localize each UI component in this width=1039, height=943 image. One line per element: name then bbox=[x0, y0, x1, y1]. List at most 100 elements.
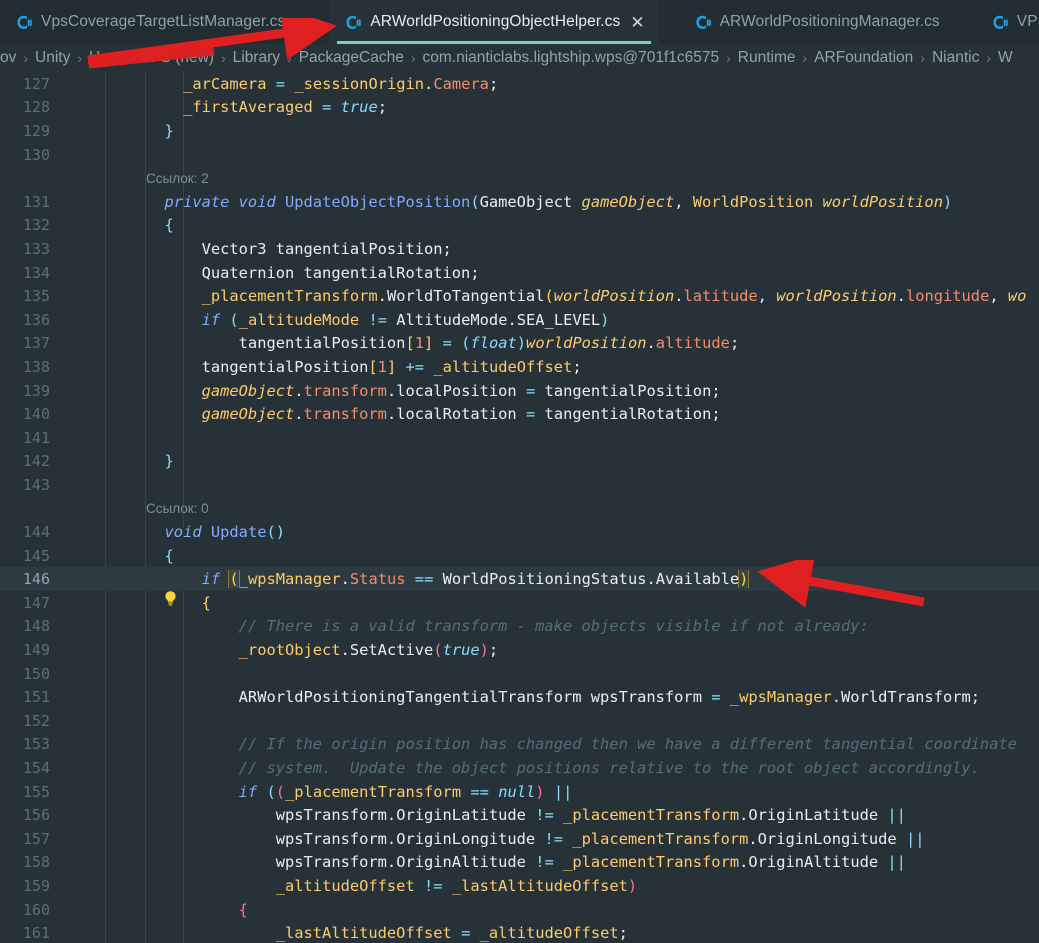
gutter-fold-slot bbox=[98, 756, 146, 780]
gutter-fold-slot bbox=[98, 662, 146, 686]
tab-label: VpsCoverageTargetListManager.cs bbox=[41, 13, 286, 30]
code-line-161[interactable]: 161 _lastAltitudeOffset = _altitudeOffse… bbox=[0, 921, 1039, 943]
code-line-136[interactable]: 136 if (_altitudeMode != AltitudeMode.SE… bbox=[0, 308, 1039, 332]
code-text: private void UpdateObjectPosition(GameOb… bbox=[146, 192, 953, 211]
gutter-fold-slot bbox=[98, 685, 146, 709]
gutter-icon-slot bbox=[58, 143, 98, 167]
gutter-fold-slot bbox=[98, 544, 146, 568]
code-text: // system. Update the object positions r… bbox=[146, 759, 980, 778]
tab-arworldpositioningobjecthelper[interactable]: ARWorldPositioningObjectHelper.cs ✕ bbox=[329, 0, 659, 44]
code-editor-area[interactable]: 127 _arCamera = _sessionOrigin.Camera; 1… bbox=[0, 72, 1039, 943]
code-line-150[interactable]: 150 bbox=[0, 662, 1039, 686]
code-text: { bbox=[146, 546, 174, 565]
code-line-143[interactable]: 143 bbox=[0, 473, 1039, 497]
breadcrumb-item-niantic[interactable]: Niantic bbox=[932, 49, 979, 67]
breadcrumb-item-library[interactable]: Library bbox=[233, 49, 280, 67]
code-line-131[interactable]: 131 private void UpdateObjectPosition(Ga… bbox=[0, 190, 1039, 214]
code-line-144[interactable]: 144 void Update() bbox=[0, 520, 1039, 544]
gutter-fold-slot bbox=[98, 237, 146, 261]
breadcrumb-item-w[interactable]: W bbox=[998, 49, 1013, 67]
gutter-icon-slot bbox=[58, 709, 98, 733]
breadcrumb-item-package[interactable]: com.nianticlabs.lightship.wps@701f1c6575 bbox=[422, 49, 719, 67]
codelens-row-updateobjectposition[interactable]: Ссылок: 2 bbox=[0, 166, 1039, 190]
gutter-fold-slot bbox=[98, 638, 146, 662]
codelens-references[interactable]: Ссылок: 0 bbox=[146, 501, 1039, 516]
code-line-135[interactable]: 135 _placementTransform.WorldToTangentia… bbox=[0, 284, 1039, 308]
gutter-icon-slot bbox=[58, 874, 98, 898]
code-line-151[interactable]: 151 ARWorldPositioningTangentialTransfor… bbox=[0, 685, 1039, 709]
line-number: 148 bbox=[22, 617, 50, 636]
gutter-icon-slot bbox=[58, 190, 98, 214]
breadcrumb-item-ov[interactable]: ov bbox=[0, 49, 16, 67]
gutter-icon-slot bbox=[58, 261, 98, 285]
code-text: { bbox=[146, 216, 174, 235]
tab-arworldpositioningmanager[interactable]: ARWorldPositioningManager.cs bbox=[679, 0, 954, 44]
line-number: 159 bbox=[22, 876, 50, 895]
code-line-141[interactable]: 141 bbox=[0, 426, 1039, 450]
tab-vpslocal[interactable]: VPSLocal bbox=[976, 0, 1039, 44]
code-line-154[interactable]: 154 // system. Update the object positio… bbox=[0, 756, 1039, 780]
code-line-130[interactable]: 130 bbox=[0, 143, 1039, 167]
line-number: 135 bbox=[22, 287, 50, 306]
breadcrumb-separator-icon: › bbox=[77, 50, 83, 66]
code-line-134[interactable]: 134 Quaternion tangentialRotation; bbox=[0, 261, 1039, 285]
gutter-fold-slot bbox=[98, 379, 146, 403]
code-line-149[interactable]: 149 _rootObject.SetActive(true); bbox=[0, 638, 1039, 662]
gutter-fold-slot bbox=[98, 308, 146, 332]
breadcrumb-item-packagecache[interactable]: PackageCache bbox=[299, 49, 404, 67]
close-icon[interactable]: ✕ bbox=[630, 14, 644, 31]
breadcrumb-separator-icon: › bbox=[220, 50, 226, 66]
code-line-146[interactable]: 146 if (_wpsManager.Status == WorldPosit… bbox=[0, 567, 1039, 607]
codelens-row-update[interactable]: Ссылок: 0 bbox=[0, 497, 1039, 521]
code-text: _rootObject.SetActive(true); bbox=[146, 641, 499, 660]
code-line-145[interactable]: 145 { bbox=[0, 544, 1039, 568]
code-line-159[interactable]: 159 _altitudeOffset != _lastAltitudeOffs… bbox=[0, 874, 1039, 898]
line-number: 156 bbox=[22, 806, 50, 825]
breadcrumb-item-arfoundation[interactable]: ARFoundation bbox=[814, 49, 913, 67]
code-line-155[interactable]: 155 if ((_placementTransform == null) || bbox=[0, 780, 1039, 804]
code-line-156[interactable]: 156 wpsTransform.OriginLatitude != _plac… bbox=[0, 803, 1039, 827]
csharp-file-icon bbox=[14, 13, 33, 32]
code-line-139[interactable]: 139 gameObject.transform.localPosition =… bbox=[0, 379, 1039, 403]
code-text: } bbox=[146, 121, 174, 140]
code-line-132[interactable]: 132 { bbox=[0, 214, 1039, 238]
line-number: 130 bbox=[22, 145, 50, 164]
line-number: 144 bbox=[22, 523, 50, 542]
line-number: 146 bbox=[22, 570, 50, 589]
gutter-icon-slot bbox=[58, 166, 98, 190]
code-text: gameObject.transform.localPosition = tan… bbox=[146, 381, 721, 400]
breadcrumb-separator-icon: › bbox=[986, 50, 992, 66]
code-text: _lastAltitudeOffset = _altitudeOffset; bbox=[146, 924, 628, 943]
line-number: 142 bbox=[22, 452, 50, 471]
gutter-icon-slot bbox=[58, 72, 98, 96]
code-line-127[interactable]: 127 _arCamera = _sessionOrigin.Camera; bbox=[0, 72, 1039, 96]
line-number: 155 bbox=[22, 782, 50, 801]
tab-vps-coverage-target-list-manager[interactable]: VpsCoverageTargetListManager.cs bbox=[0, 0, 299, 44]
tab-label: ARWorldPositioningManager.cs bbox=[719, 13, 940, 30]
code-line-147[interactable]: 147 { bbox=[0, 591, 1039, 615]
code-line-129[interactable]: 129 } bbox=[0, 119, 1039, 143]
code-line-157[interactable]: 157 wpsTransform.OriginLongitude != _pla… bbox=[0, 827, 1039, 851]
code-line-160[interactable]: 160 { bbox=[0, 898, 1039, 922]
code-line-158[interactable]: 158 wpsTransform.OriginAltitude != _plac… bbox=[0, 851, 1039, 875]
gutter-fold-slot bbox=[98, 827, 146, 851]
code-line-138[interactable]: 138 tangentialPosition[1] += _altitudeOf… bbox=[0, 355, 1039, 379]
code-text: _altitudeOffset != _lastAltitudeOffset) bbox=[146, 876, 638, 895]
gutter-icon-slot bbox=[58, 898, 98, 922]
code-line-148[interactable]: 148 // There is a valid transform - make… bbox=[0, 615, 1039, 639]
code-editor-window: VpsCoverageTargetListManager.cs ARWorldP… bbox=[0, 0, 1039, 943]
code-line-133[interactable]: 133 Vector3 tangentialPosition; bbox=[0, 237, 1039, 261]
gutter-fold-slot bbox=[98, 733, 146, 757]
code-line-128[interactable]: 128 _firstAveraged = true; bbox=[0, 96, 1039, 120]
codelens-references[interactable]: Ссылок: 2 bbox=[146, 171, 1039, 186]
breadcrumb-separator-icon: › bbox=[287, 50, 292, 66]
code-line-153[interactable]: 153 // If the origin position has change… bbox=[0, 733, 1039, 757]
code-line-137[interactable]: 137 tangentialPosition[1] = (float)world… bbox=[0, 332, 1039, 356]
breadcrumb-item-runtime[interactable]: Runtime bbox=[738, 49, 796, 67]
gutter-fold-slot bbox=[98, 143, 146, 167]
code-line-142[interactable]: 142 } bbox=[0, 450, 1039, 474]
code-line-140[interactable]: 140 gameObject.transform.localRotation =… bbox=[0, 402, 1039, 426]
code-line-152[interactable]: 152 bbox=[0, 709, 1039, 733]
breadcrumb-item-unity[interactable]: Unity bbox=[35, 49, 70, 67]
gutter-fold-slot bbox=[98, 214, 146, 238]
